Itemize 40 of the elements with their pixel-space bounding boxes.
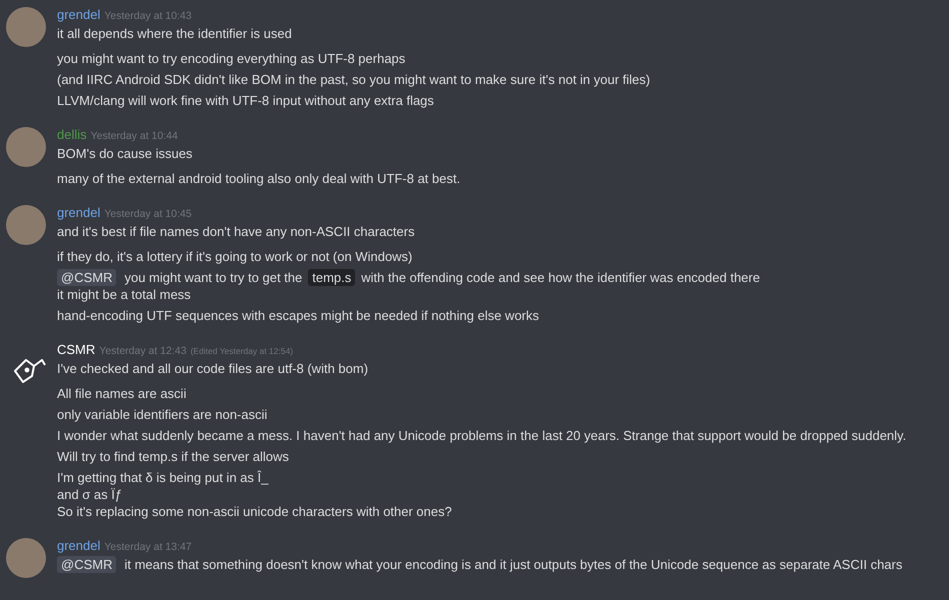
message-text: So it's replacing some non-ascii unicode characters with other ones? [57, 503, 452, 520]
username[interactable]: grendel [57, 537, 100, 554]
message-text: only variable identifiers are non-ascii [57, 406, 268, 423]
message-text: I've checked and all our code files are utf-8 (with bom) [57, 360, 368, 377]
message-text: I'm getting that δ is being put in as Î_ [57, 469, 268, 486]
message-text: BOM's do cause issues [57, 145, 192, 162]
timestamp: Yesterday at 10:45 [104, 207, 192, 222]
edited-note: (Edited Yesterday at 12:54) [190, 345, 294, 358]
avatar-placeholder[interactable] [6, 127, 46, 167]
username[interactable]: dellis [57, 126, 87, 143]
message-text: many of the external android tooling also only deal with UTF-8 at best. [57, 170, 460, 187]
timestamp: Yesterday at 12:43 [99, 344, 186, 359]
message-text: you might want to try encoding everything as UTF-8 perhaps [57, 50, 406, 67]
username[interactable]: grendel [57, 204, 100, 221]
user-mention[interactable]: @CSMR [57, 269, 116, 286]
timestamp: Yesterday at 13:47 [104, 540, 192, 555]
message-text: if they do, it's a lottery if it's going to work or not (on Windows) [57, 248, 412, 265]
message-text: Will try to find temp.s if the server allows [57, 448, 289, 465]
message-text: and σ as Ïƒ [57, 486, 122, 503]
avatar-placeholder[interactable] [6, 7, 46, 47]
message-text: it might be a total mess [57, 286, 191, 303]
message-text: hand-encoding UTF sequences with escapes might be needed if nothing else works [57, 307, 540, 324]
message-text: with the offending code and see how the identifier was encoded there [361, 269, 760, 286]
user-mention[interactable]: @CSMR [57, 556, 116, 573]
avatar-placeholder[interactable] [6, 538, 46, 578]
message-text: I wonder what suddenly became a mess. I haven't had any Unicode problems in the last 20 years. Strange that support would be dropped suddenly. [57, 427, 906, 444]
timestamp: Yesterday at 10:44 [90, 129, 178, 144]
username[interactable]: grendel [57, 6, 100, 23]
avatar-placeholder[interactable] [6, 205, 46, 245]
username[interactable]: CSMR [57, 341, 96, 358]
message-text: LLVM/clang will work fine with UTF-8 input without any extra flags [57, 92, 434, 109]
message-text: you might want to try to get the [124, 269, 302, 286]
message-text: All file names are ascii [57, 385, 186, 402]
timestamp: Yesterday at 10:43 [104, 9, 192, 24]
message-text: and it's best if file names don't have any non-ASCII characters [57, 223, 415, 240]
message-text: (and IIRC Android SDK didn't like BOM in the past, so you might want to make sure it's not in your files) [57, 71, 650, 88]
message-text: it means that something doesn't know what your encoding is and it just outputs bytes of the Unicode sequence as separate ASCII chars [124, 556, 902, 573]
message-text: it all depends where the identifier is used [57, 25, 292, 42]
inline-code: temp.s [308, 269, 356, 286]
bird-icon [12, 356, 48, 386]
